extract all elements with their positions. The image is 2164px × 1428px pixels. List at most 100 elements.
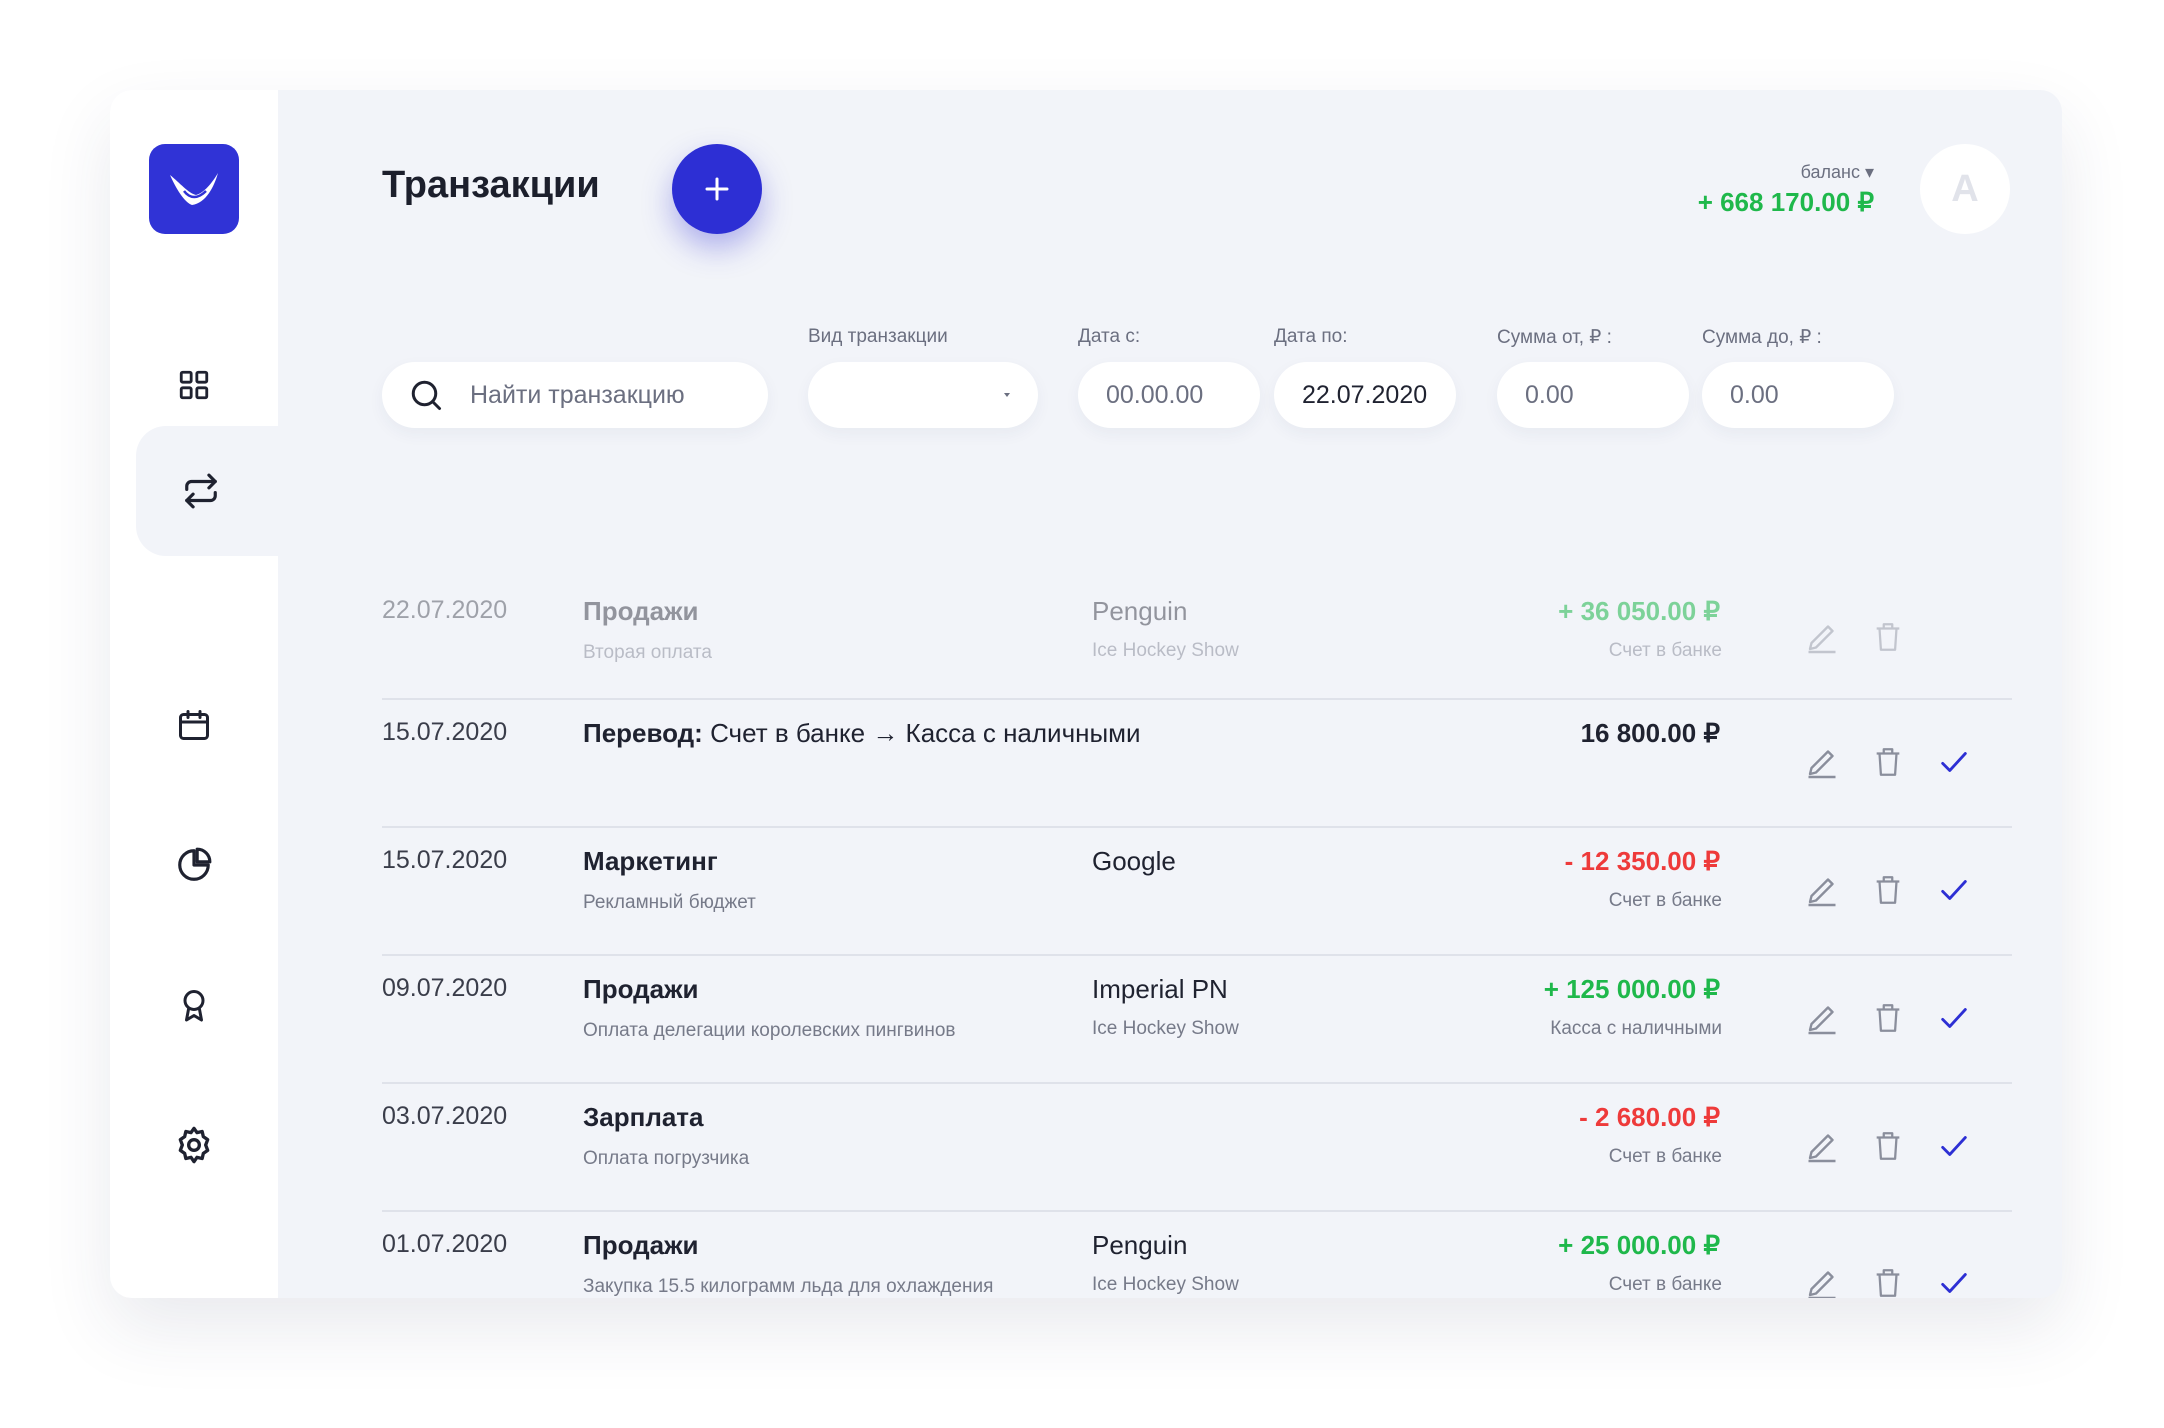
transaction-counterparty: Penguin: [1092, 1230, 1188, 1260]
award-icon: [183, 990, 205, 1022]
bird-logo-icon: [170, 173, 218, 205]
sum-from-label: Сумма от, ₽ :: [1497, 327, 1612, 348]
checkmark-icon[interactable]: [1936, 872, 1972, 908]
transaction-account: Счет в банке: [1608, 1274, 1722, 1295]
type-filter-label: Вид транзакции: [808, 326, 948, 347]
transaction-date: 22.07.2020: [382, 596, 508, 624]
checkmark-icon[interactable]: [1936, 744, 1972, 780]
table-row[interactable]: 15.07.2020 Перевод: Счет в банке → Касса…: [382, 698, 2012, 828]
transaction-description: Закупка 15.5 килограмм льда для охлажден…: [583, 1276, 994, 1297]
sum-from-field[interactable]: [1497, 362, 1689, 428]
pie-chart-icon: [178, 847, 212, 881]
transfer-description: Перевод: Счет в банке → Касса с наличным…: [583, 718, 1141, 749]
gear-icon: [178, 1126, 210, 1164]
table-row[interactable]: 15.07.2020 Маркетинг Рекламный бюджет Go…: [382, 826, 2012, 956]
balance-value: + 668 170.00 ₽: [1697, 187, 1874, 217]
calendar-icon: [179, 710, 209, 740]
app-window: Транзакции баланс ▾ + 668 170.00 ₽ A Вид…: [110, 90, 2062, 1298]
transaction-type-select[interactable]: [808, 362, 1038, 428]
transaction-amount: + 125 000.00 ₽: [1543, 974, 1720, 1004]
trash-icon[interactable]: [1870, 872, 1906, 908]
date-to-input[interactable]: [1300, 379, 1456, 411]
date-to-field[interactable]: [1274, 362, 1456, 428]
checkmark-icon[interactable]: [1936, 1128, 1972, 1164]
trash-icon[interactable]: [1870, 744, 1906, 780]
table-row[interactable]: 03.07.2020 Зарплата Оплата погрузчика - …: [382, 1082, 2012, 1212]
row-actions: [1804, 954, 1972, 1082]
chevron-down-icon: [1004, 393, 1010, 397]
transaction-amount: 16 800.00 ₽: [1580, 718, 1720, 748]
transaction-counterparty: Penguin: [1092, 596, 1188, 626]
transfer-arrows-icon: [185, 473, 217, 509]
transaction-project: Ice Hockey Show: [1092, 1274, 1239, 1295]
sum-to-label: Сумма до, ₽ :: [1702, 327, 1822, 348]
table-row[interactable]: 01.07.2020 Продажи Закупка 15.5 килограм…: [382, 1210, 2012, 1298]
transaction-date: 03.07.2020: [382, 1102, 508, 1130]
logo[interactable]: [149, 144, 239, 234]
sum-to-input[interactable]: [1728, 379, 1894, 411]
main-content: Транзакции баланс ▾ + 668 170.00 ₽ A Вид…: [278, 90, 2062, 1298]
sum-from-input[interactable]: [1523, 379, 1689, 411]
add-transaction-button[interactable]: [672, 144, 762, 234]
transaction-category: Зарплата: [583, 1102, 704, 1132]
trash-icon[interactable]: [1870, 1265, 1906, 1298]
sidebar-item-reports[interactable]: [136, 800, 252, 930]
transaction-amount: - 2 680.00 ₽: [1579, 1102, 1720, 1132]
row-actions: [1804, 698, 1972, 826]
row-actions: [1804, 826, 1972, 954]
transaction-category: Маркетинг: [583, 846, 718, 876]
transaction-date: 15.07.2020: [382, 718, 508, 746]
transaction-counterparty: Imperial PN: [1092, 974, 1228, 1004]
edit-icon[interactable]: [1804, 1265, 1840, 1298]
transaction-category: Продажи: [583, 974, 699, 1004]
edit-icon[interactable]: [1804, 744, 1840, 780]
transaction-date: 09.07.2020: [382, 974, 508, 1002]
checkmark-icon[interactable]: [1936, 1265, 1972, 1298]
transaction-date: 15.07.2020: [382, 846, 508, 874]
page-title: Транзакции: [382, 164, 600, 206]
table-row[interactable]: 22.07.2020 Продажи Вторая оплата Penguin…: [382, 576, 2012, 700]
row-actions: [1804, 1082, 1972, 1210]
trash-icon[interactable]: [1870, 1000, 1906, 1036]
transfer-accounts: Счет в банке → Касса с наличными: [702, 718, 1141, 748]
transaction-amount: + 25 000.00 ₽: [1558, 1230, 1720, 1260]
transaction-account: Касса с наличными: [1550, 1018, 1722, 1039]
transaction-description: Вторая оплата: [583, 642, 712, 663]
transaction-amount: - 12 350.00 ₽: [1564, 846, 1720, 876]
balance-widget[interactable]: баланс ▾ + 668 170.00 ₽: [1698, 162, 1874, 218]
row-actions: [1804, 1210, 1972, 1298]
sidebar-item-calendar[interactable]: [136, 660, 252, 790]
row-actions: [1804, 576, 1906, 698]
edit-icon[interactable]: [1804, 1128, 1840, 1164]
sidebar-item-achievements[interactable]: [136, 940, 252, 1070]
transaction-amount: + 36 050.00 ₽: [1558, 596, 1720, 626]
trash-icon[interactable]: [1870, 619, 1906, 655]
plus-icon: [705, 177, 729, 201]
edit-icon[interactable]: [1804, 619, 1840, 655]
date-from-field[interactable]: [1078, 362, 1260, 428]
date-from-input[interactable]: [1104, 379, 1260, 411]
transaction-category: Продажи: [583, 596, 699, 626]
edit-icon[interactable]: [1804, 1000, 1840, 1036]
grid-icon: [179, 370, 209, 400]
search-field[interactable]: [382, 362, 768, 428]
transaction-project: Ice Hockey Show: [1092, 1018, 1239, 1039]
edit-icon[interactable]: [1804, 872, 1840, 908]
date-to-label: Дата по:: [1274, 326, 1348, 347]
date-from-label: Дата с:: [1078, 326, 1141, 347]
table-row[interactable]: 09.07.2020 Продажи Оплата делегации коро…: [382, 954, 2012, 1084]
sidebar: [110, 90, 336, 1298]
sidebar-item-settings[interactable]: [136, 1080, 252, 1210]
checkmark-icon[interactable]: [1936, 1000, 1972, 1036]
transaction-account: Счет в банке: [1608, 1146, 1722, 1167]
sum-to-field[interactable]: [1702, 362, 1894, 428]
transaction-description: Оплата делегации королевских пингвинов: [583, 1020, 956, 1041]
transaction-date: 01.07.2020: [382, 1230, 508, 1258]
transaction-counterparty: Google: [1092, 846, 1176, 876]
transaction-project: Ice Hockey Show: [1092, 640, 1239, 661]
search-input[interactable]: [468, 379, 768, 411]
avatar[interactable]: A: [1920, 144, 2010, 234]
transaction-account: Счет в банке: [1608, 640, 1722, 661]
trash-icon[interactable]: [1870, 1128, 1906, 1164]
search-icon: [411, 380, 441, 410]
